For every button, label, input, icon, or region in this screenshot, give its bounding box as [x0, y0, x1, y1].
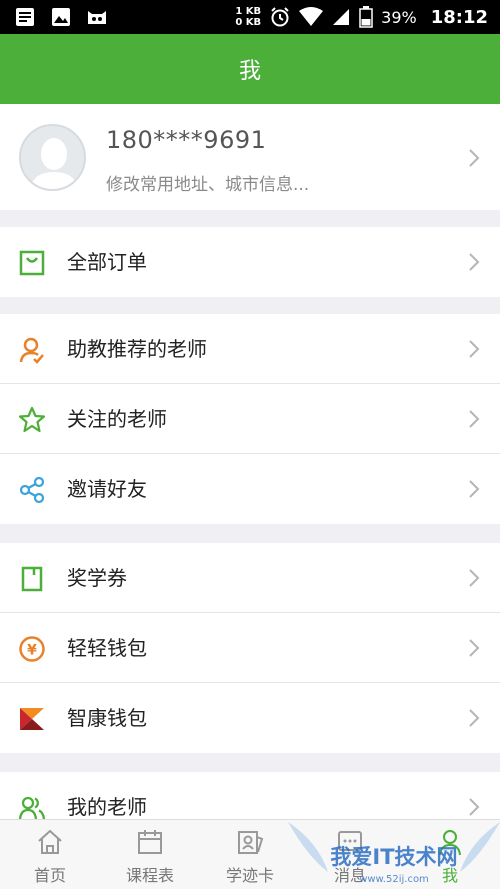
menu-label: 邀请好友	[67, 477, 147, 501]
menu-item-recommended-teachers[interactable]: 助教推荐的老师	[0, 314, 500, 384]
svg-text:¥: ¥	[27, 643, 37, 659]
share-icon	[19, 476, 45, 504]
tab-label: 学迹卡	[225, 866, 274, 885]
chevron-right-icon	[469, 569, 480, 587]
profile-card-icon	[238, 831, 264, 854]
menu-label: 奖学券	[67, 566, 127, 590]
profile-subtitle: 修改常用地址、城市信息...	[106, 175, 310, 195]
person-icon	[439, 830, 461, 856]
avatar[interactable]	[19, 124, 86, 191]
menu-label: 助教推荐的老师	[67, 337, 207, 361]
cell-signal-icon	[333, 9, 350, 25]
message-icon	[338, 831, 362, 851]
menu-group-wallet: 奖学券 ¥ 轻轻钱包 智康钱包	[0, 543, 500, 753]
battery-level: 39%	[381, 7, 417, 27]
tab-me[interactable]: 我	[400, 820, 500, 889]
menu-item-followed-teachers[interactable]: 关注的老师	[0, 384, 500, 454]
star-icon	[18, 406, 46, 433]
menu-item-orders[interactable]: 全部订单	[0, 227, 500, 297]
chevron-right-icon	[469, 253, 480, 271]
calendar-icon	[138, 830, 162, 854]
tab-label: 我	[441, 866, 458, 885]
user-phone: 180****9691	[106, 126, 267, 154]
chevron-right-icon	[469, 410, 480, 428]
shopping-bag-icon	[19, 250, 45, 276]
people-icon	[18, 796, 46, 820]
menu-item-invite-friends[interactable]: 邀请好友	[0, 454, 500, 524]
menu-group-teachers: 助教推荐的老师 关注的老师 邀请好友	[0, 314, 500, 524]
tab-label: 首页	[33, 866, 66, 885]
menu-label: 关注的老师	[67, 407, 167, 431]
menu-label: 轻轻钱包	[67, 636, 147, 660]
tab-messages[interactable]: 消息	[300, 820, 400, 889]
default-avatar-icon	[29, 138, 79, 189]
nav-bar: 我	[0, 34, 500, 104]
tab-home[interactable]: 首页	[0, 820, 100, 889]
status-bar: 1 KB 0 KB 39% 18:12	[0, 0, 500, 34]
menu-item-zhikang-wallet[interactable]: 智康钱包	[0, 683, 500, 753]
menu-label: 智康钱包	[67, 706, 147, 730]
battery-icon	[359, 6, 373, 28]
chevron-right-icon	[469, 639, 480, 657]
menu-item-easy-wallet[interactable]: ¥ 轻轻钱包	[0, 613, 500, 683]
chevron-right-icon	[469, 340, 480, 358]
tab-schedule[interactable]: 课程表	[100, 820, 200, 889]
tab-label: 课程表	[125, 866, 174, 885]
chevron-right-icon	[469, 480, 480, 498]
cat-app-icon	[88, 11, 106, 24]
chevron-right-icon	[469, 709, 480, 727]
home-icon	[38, 829, 62, 854]
chevron-right-icon	[469, 149, 480, 167]
alarm-icon	[271, 7, 289, 27]
menu-group-orders: 全部订单	[0, 227, 500, 297]
tab-label: 消息	[333, 866, 366, 885]
tab-bar: 首页 课程表 学迹卡 消息 我	[0, 819, 500, 889]
net-down: 0 KB	[235, 17, 262, 28]
network-speed: 1 KB 0 KB	[235, 6, 261, 28]
menu-item-scholarship[interactable]: 奖学券	[0, 543, 500, 613]
page-title: 我	[238, 59, 261, 84]
menu-label: 全部订单	[67, 250, 147, 274]
clock: 18:12	[430, 6, 488, 28]
wifi-icon	[299, 7, 324, 26]
tab-study-card[interactable]: 学迹卡	[200, 820, 300, 889]
profile-card[interactable]: 180****9691 修改常用地址、城市信息...	[0, 104, 500, 210]
voucher-icon	[21, 566, 43, 592]
zhikang-logo-icon	[20, 708, 44, 730]
net-up: 1 KB	[235, 6, 262, 17]
notes-icon	[16, 8, 34, 26]
gallery-icon	[52, 8, 70, 26]
person-check-icon	[19, 337, 44, 364]
yen-coin-icon: ¥	[19, 636, 45, 662]
chevron-right-icon	[469, 798, 480, 816]
